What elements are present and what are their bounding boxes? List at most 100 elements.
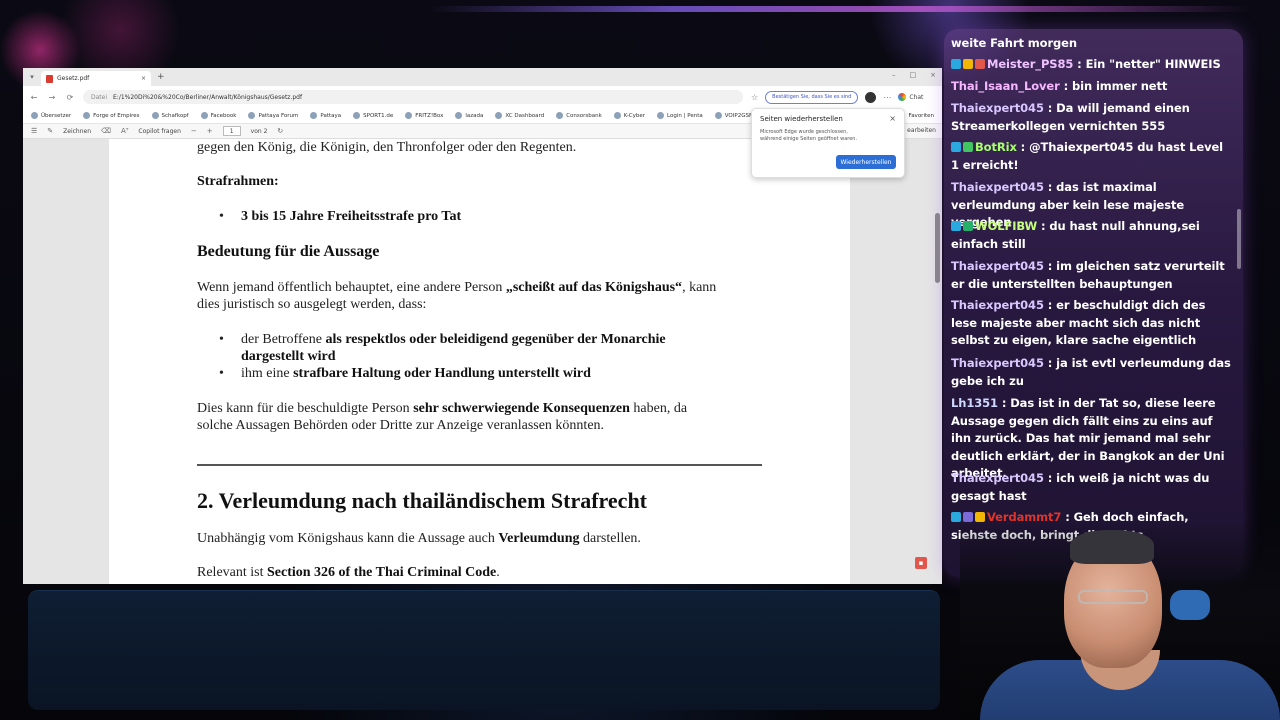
chat-badge-icon: [963, 142, 973, 152]
chat-username[interactable]: Thaiexpert045: [951, 298, 1044, 312]
new-tab-button[interactable]: +: [157, 72, 165, 82]
more-menu-icon[interactable]: ⋯: [883, 93, 891, 102]
chat-text: : Ein "netter" HINWEIS: [1073, 57, 1221, 71]
bookmark-label: Facebook: [210, 112, 237, 119]
bookmark-item[interactable]: SPORT1.de: [353, 112, 393, 119]
chat-username[interactable]: WOLFIBW: [975, 219, 1037, 233]
chat-scrollbar[interactable]: [1237, 209, 1241, 269]
contents-icon[interactable]: ☰: [31, 127, 37, 135]
chat-badge-icon: [963, 59, 973, 69]
bookmark-label: VOIP2GSM: [724, 112, 754, 119]
edit-button[interactable]: earbeiten: [907, 127, 936, 134]
bookmark-icon: [353, 112, 361, 119]
draw-icon[interactable]: ✎: [47, 127, 53, 135]
tab-actions-icon[interactable]: ▾: [23, 73, 41, 81]
list-item: der Betroffene als respektlos oder belei…: [219, 331, 666, 365]
paragraph-2: Dies kann für die beschuldigte Person se…: [197, 401, 688, 433]
reload-icon[interactable]: ⟳: [65, 93, 75, 102]
tab-close-button[interactable]: ×: [141, 75, 146, 82]
bookmark-icon: [200, 112, 208, 119]
list-item: 3 bis 15 Jahre Freiheitsstrafe pro Tat: [219, 208, 461, 225]
popup-title: Seiten wiederherstellen: [760, 115, 843, 123]
bookmark-item[interactable]: VOIP2GSM: [714, 112, 754, 119]
chat-text: : bin immer nett: [1059, 79, 1168, 93]
webcam-feed: [960, 520, 1280, 720]
page-count: von 2: [250, 127, 268, 135]
bookmark-item[interactable]: Facebook: [200, 112, 237, 119]
copilot-chat-button[interactable]: Chat: [898, 93, 923, 101]
bookmark-item[interactable]: Pattaya: [310, 112, 341, 119]
erase-icon[interactable]: ⌫: [101, 127, 111, 135]
bookmark-item[interactable]: XC Dashboard: [495, 112, 544, 119]
chat-badge-icon: [951, 221, 961, 231]
restore-pages-popup: Seiten wiederherstellen × Microsoft Edge…: [751, 108, 905, 178]
favorite-star-icon[interactable]: ☆: [751, 93, 758, 102]
maximize-icon[interactable]: □: [910, 71, 917, 79]
chat-username[interactable]: Thaiexpert045: [951, 101, 1044, 115]
bookmark-item[interactable]: Pattaya Forum: [248, 112, 298, 119]
chat-label: Chat: [909, 93, 924, 101]
text-icon[interactable]: Aᵀ: [121, 127, 128, 135]
page-number-input[interactable]: 1: [222, 126, 241, 136]
close-window-icon[interactable]: ×: [930, 71, 936, 79]
bookmark-icon: [151, 112, 159, 119]
chat-username[interactable]: Thai_Isaan_Lover: [951, 79, 1060, 93]
minimize-icon[interactable]: –: [892, 71, 896, 79]
bookmark-item[interactable]: Forge of Empires: [83, 112, 140, 119]
chat-username[interactable]: Thaiexpert045: [951, 259, 1044, 273]
browser-window: ▾ Gesetz.pdf × + – □ × ← → ⟳ Datei E:/1%…: [23, 68, 942, 584]
bedeutung-list: der Betroffene als respektlos oder belei…: [219, 331, 666, 382]
chat-message: Meister_PS85 : Ein "netter" HINWEIS: [951, 56, 1231, 74]
bookmark-icon: [405, 112, 413, 119]
chat-badge-icon: [951, 142, 961, 152]
back-icon[interactable]: ←: [29, 93, 39, 102]
chat-message: Thaiexpert045 : ja ist evtl verleumdung …: [951, 355, 1231, 390]
zoom-out-icon[interactable]: −: [191, 127, 197, 135]
tab-title: Gesetz.pdf: [57, 75, 90, 82]
bookmark-icon: [613, 112, 621, 119]
bookmarks-more[interactable]: Favoriten: [909, 113, 934, 119]
restore-button[interactable]: Wiederherstellen: [836, 155, 896, 169]
chat-username[interactable]: Thaiexpert045: [951, 356, 1044, 370]
popup-body: Microsoft Edge wurde geschlossen, währen…: [760, 129, 858, 142]
url-prefix: Datei: [91, 93, 108, 101]
microphone: [1170, 590, 1210, 620]
bookmark-label: Consorsbank: [566, 112, 602, 119]
streamer-hair: [1070, 530, 1154, 564]
tab-strip: ▾ Gesetz.pdf × + – □ ×: [23, 68, 942, 86]
pdf-badge-icon[interactable]: ▪: [915, 557, 927, 569]
chat-username[interactable]: Meister_PS85: [987, 57, 1073, 71]
chat-username[interactable]: Lh1351: [951, 396, 998, 410]
chat-text: weite Fahrt morgen: [951, 36, 1077, 50]
bookmark-item[interactable]: FRITZ!Box: [405, 112, 443, 119]
bookmark-item[interactable]: Login | Penta: [657, 112, 703, 119]
rotate-icon[interactable]: ↻: [277, 127, 283, 135]
bookmark-item[interactable]: lazada: [455, 112, 483, 119]
scrollbar-thumb[interactable]: [935, 213, 940, 283]
bookmark-item[interactable]: K-Cyber: [613, 112, 645, 119]
zoom-in-icon[interactable]: +: [207, 127, 213, 135]
bookmark-icon: [31, 112, 38, 119]
chat-badge-icon: [975, 59, 985, 69]
bookmark-item[interactable]: Consorsbank: [556, 112, 602, 119]
bookmark-item[interactable]: Schafkopf: [151, 112, 189, 119]
pdf-viewer[interactable]: gegen den König, die Königin, den Thronf…: [23, 139, 942, 584]
chat-username[interactable]: BotRix: [975, 140, 1017, 154]
paragraph-3: Unabhängig vom Königshaus kann die Aussa…: [197, 531, 641, 546]
forward-icon[interactable]: →: [47, 93, 57, 102]
tab-gesetz-pdf[interactable]: Gesetz.pdf ×: [41, 71, 151, 86]
chat-username[interactable]: Thaiexpert045: [951, 180, 1044, 194]
chat-username[interactable]: Thaiexpert045: [951, 471, 1044, 485]
address-bar[interactable]: Datei E:/1%20Di%20&%20Co/Berliner/Anwalt…: [83, 90, 743, 104]
draw-button[interactable]: Zeichnen: [63, 128, 91, 135]
vertical-scrollbar[interactable]: [935, 143, 940, 573]
copilot-ask-button[interactable]: Copilot fragen: [138, 128, 181, 135]
signin-prompt[interactable]: Bestätigen Sie, dass Sie es sind: [765, 90, 859, 104]
section-divider: [197, 464, 762, 466]
popup-close-icon[interactable]: ×: [889, 114, 896, 123]
bookmark-icon: [248, 112, 256, 119]
bookmark-item[interactable]: Übersetzer: [31, 112, 71, 119]
profile-avatar[interactable]: [865, 91, 877, 103]
window-controls: – □ ×: [892, 71, 936, 79]
bookmark-label: Pattaya Forum: [258, 112, 299, 119]
